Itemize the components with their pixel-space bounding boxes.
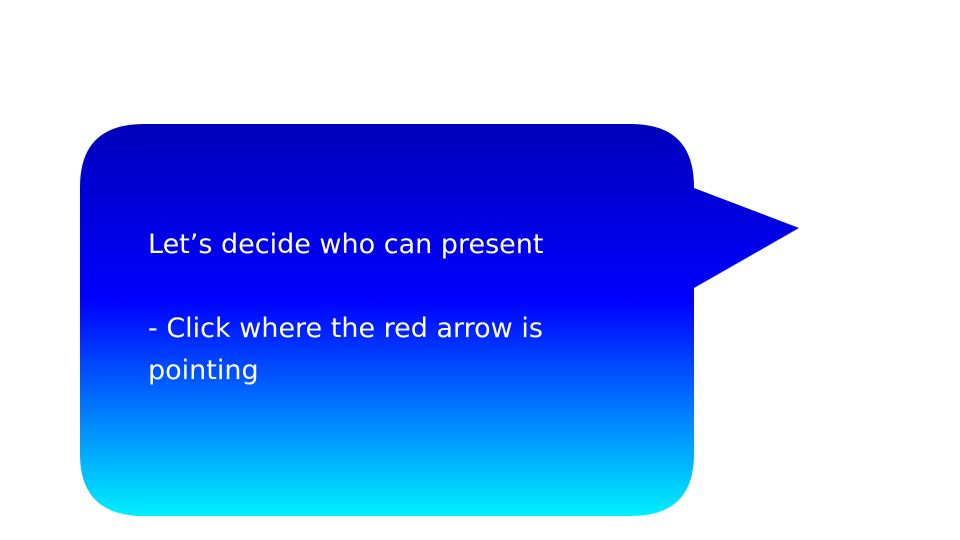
bubble-instruction: - Click where the red arrow is pointing: [148, 313, 543, 386]
bubble-heading: Let’s decide who can present: [148, 229, 544, 260]
bubble-text: Let’s decide who can present - Click whe…: [148, 224, 648, 392]
slide: Let’s decide who can present - Click whe…: [0, 0, 960, 540]
